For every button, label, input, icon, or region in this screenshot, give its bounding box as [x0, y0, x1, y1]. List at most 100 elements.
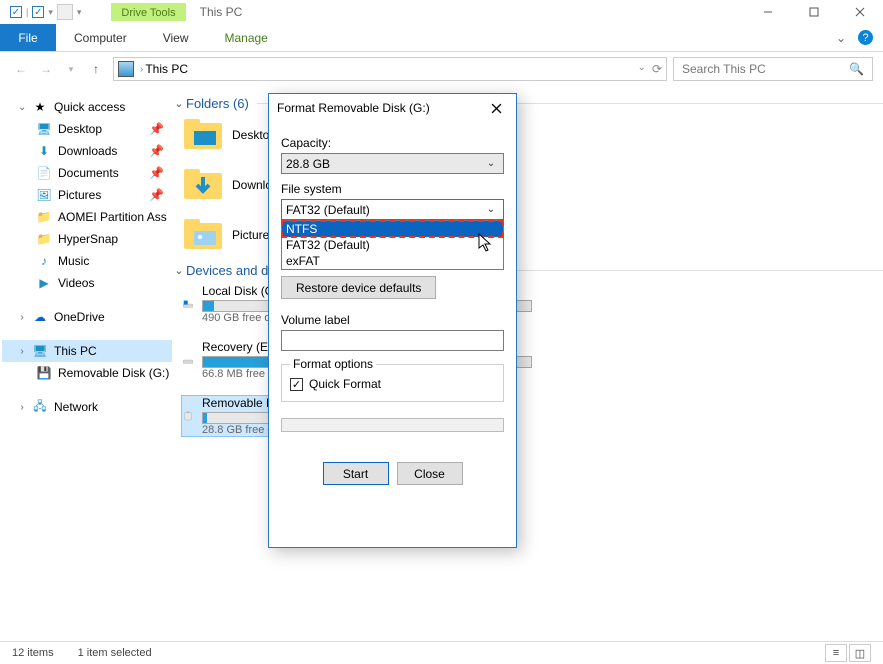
checkbox-checked-icon: ✓	[290, 378, 303, 391]
start-button[interactable]: Start	[323, 462, 389, 485]
sidebar-item-label: Desktop	[58, 122, 102, 136]
sidebar-item-music[interactable]: ♪ Music	[2, 250, 172, 272]
fs-option-fat32[interactable]: FAT32 (Default)	[282, 237, 503, 253]
videos-icon: ▶	[36, 275, 52, 291]
pictures-icon: 🖼	[36, 187, 52, 203]
help-icon[interactable]: ?	[858, 30, 873, 45]
sidebar-item-videos[interactable]: ▶ Videos	[2, 272, 172, 294]
breadcrumb-chevron-icon[interactable]: ›	[140, 64, 143, 75]
sidebar-this-pc[interactable]: › 🖥 This PC	[2, 340, 172, 362]
minimize-button[interactable]	[745, 0, 791, 24]
dropdown-icon: ⌄	[483, 158, 499, 169]
contextual-tab-drive-tools: Drive Tools	[111, 3, 185, 21]
sidebar-item-label: Videos	[58, 276, 94, 290]
view-details-button[interactable]: ≡	[825, 644, 847, 662]
cloud-icon: ☁	[32, 309, 48, 325]
dialog-close-button[interactable]	[484, 98, 508, 118]
sidebar-onedrive[interactable]: ›☁OneDrive	[2, 306, 172, 328]
capacity-value: 28.8 GB	[286, 157, 330, 171]
sidebar-removable-disk[interactable]: 💾Removable Disk (G:)	[2, 362, 172, 384]
close-dialog-button[interactable]: Close	[397, 462, 463, 485]
file-system-label: File system	[281, 182, 504, 196]
network-icon: 🖧	[32, 399, 48, 415]
sidebar-quick-access[interactable]: ⌄ ★ Quick access	[2, 96, 172, 118]
sidebar-item-label: Music	[58, 254, 89, 268]
documents-icon: 📄	[36, 165, 52, 181]
window-title: This PC	[186, 3, 257, 21]
pin-icon: 📌	[149, 122, 172, 136]
ribbon-tabs: File Computer View Manage ⌄ ?	[0, 24, 883, 52]
sidebar-item-desktop[interactable]: 🖥Desktop📌	[2, 118, 172, 140]
sidebar-item-aomei[interactable]: 📁AOMEI Partition Ass	[2, 206, 172, 228]
star-icon: ★	[32, 99, 48, 115]
tab-view[interactable]: View	[145, 24, 207, 51]
dialog-title-bar[interactable]: Format Removable Disk (G:)	[269, 94, 516, 122]
capacity-label: Capacity:	[281, 136, 504, 150]
address-dropdown-icon[interactable]: ⌄	[638, 62, 646, 76]
folder-icon: 📁	[36, 209, 52, 225]
nav-up-button[interactable]: ↑	[85, 58, 107, 80]
sidebar-network[interactable]: › 🖧 Network	[2, 396, 172, 418]
dropdown-icon: ⌄	[483, 204, 499, 215]
tab-file[interactable]: File	[0, 24, 56, 51]
view-large-icons-button[interactable]: ◫	[849, 644, 871, 662]
qat-checkbox-icon[interactable]: ✓	[32, 6, 44, 18]
maximize-button[interactable]	[791, 0, 837, 24]
folder-icon: 📁	[36, 231, 52, 247]
chevron-right-icon[interactable]: ›	[18, 312, 26, 323]
chevron-down-icon[interactable]: ⌄	[172, 97, 186, 110]
sidebar-item-pictures[interactable]: 🖼Pictures📌	[2, 184, 172, 206]
nav-forward-button[interactable]: →	[35, 58, 57, 80]
section-label: Folders (6)	[186, 96, 249, 111]
sidebar-item-downloads[interactable]: ⬇Downloads📌	[2, 140, 172, 162]
sidebar-item-label: Downloads	[58, 144, 117, 158]
volume-label-input[interactable]	[281, 330, 504, 351]
chevron-down-icon[interactable]: ⌄	[18, 102, 26, 113]
monitor-icon: 🖥	[32, 343, 48, 359]
address-bar[interactable]: › This PC ⌄ ⟳	[113, 57, 667, 81]
title-bar: ✓ | ✓ ▾ ▾ Drive Tools This PC	[0, 0, 883, 24]
folder-pictures-icon	[182, 217, 224, 253]
sidebar-item-label: Pictures	[58, 188, 101, 202]
folder-downloads-icon	[182, 167, 224, 203]
capacity-combobox[interactable]: 28.8 GB ⌄	[281, 153, 504, 174]
breadcrumb-location[interactable]: This PC	[145, 62, 188, 76]
dialog-title-text: Format Removable Disk (G:)	[277, 101, 430, 115]
mouse-cursor-icon	[478, 233, 494, 253]
music-icon: ♪	[36, 253, 52, 269]
sidebar-item-label: Network	[54, 400, 98, 414]
quick-format-checkbox[interactable]: ✓ Quick Format	[290, 377, 495, 391]
restore-defaults-button[interactable]: Restore device defaults	[281, 276, 436, 299]
hard-drive-icon	[182, 286, 194, 322]
qat-new-folder-icon[interactable]	[57, 4, 73, 20]
chevron-right-icon[interactable]: ›	[18, 346, 26, 357]
usb-drive-icon	[182, 398, 194, 434]
file-system-combobox[interactable]: FAT32 (Default) ⌄ NTFS FAT32 (Default) e…	[281, 199, 504, 220]
format-options-legend: Format options	[290, 357, 376, 371]
sidebar-item-label: This PC	[54, 344, 97, 358]
usb-drive-icon: 💾	[36, 365, 52, 381]
tab-computer[interactable]: Computer	[56, 24, 145, 51]
nav-back-button[interactable]: ←	[10, 58, 32, 80]
status-item-count: 12 items	[12, 647, 54, 659]
fs-option-label: NTFS	[286, 222, 317, 236]
search-placeholder: Search This PC	[682, 62, 766, 76]
chevron-down-icon[interactable]: ⌄	[172, 264, 186, 277]
tab-manage[interactable]: Manage	[206, 24, 285, 51]
file-system-dropdown: NTFS FAT32 (Default) exFAT	[281, 220, 504, 270]
refresh-icon[interactable]: ⟳	[652, 62, 662, 76]
pin-icon: 📌	[149, 144, 172, 158]
sidebar-item-documents[interactable]: 📄Documents📌	[2, 162, 172, 184]
fs-option-ntfs[interactable]: NTFS	[282, 221, 503, 237]
navigation-bar: ← → ▾ ↑ › This PC ⌄ ⟳ Search This PC 🔍	[0, 52, 883, 86]
format-progress-bar	[281, 418, 504, 432]
fs-option-exfat[interactable]: exFAT	[282, 253, 503, 269]
sidebar-item-hypersnap[interactable]: 📁HyperSnap	[2, 228, 172, 250]
close-button[interactable]	[837, 0, 883, 24]
file-system-value: FAT32 (Default)	[286, 203, 370, 217]
qat-properties-icon[interactable]: ✓	[10, 6, 22, 18]
search-input[interactable]: Search This PC 🔍	[673, 57, 873, 81]
nav-recent-dropdown[interactable]: ▾	[60, 58, 82, 80]
expand-ribbon-icon[interactable]: ⌄	[836, 31, 846, 45]
chevron-right-icon[interactable]: ›	[18, 402, 26, 413]
